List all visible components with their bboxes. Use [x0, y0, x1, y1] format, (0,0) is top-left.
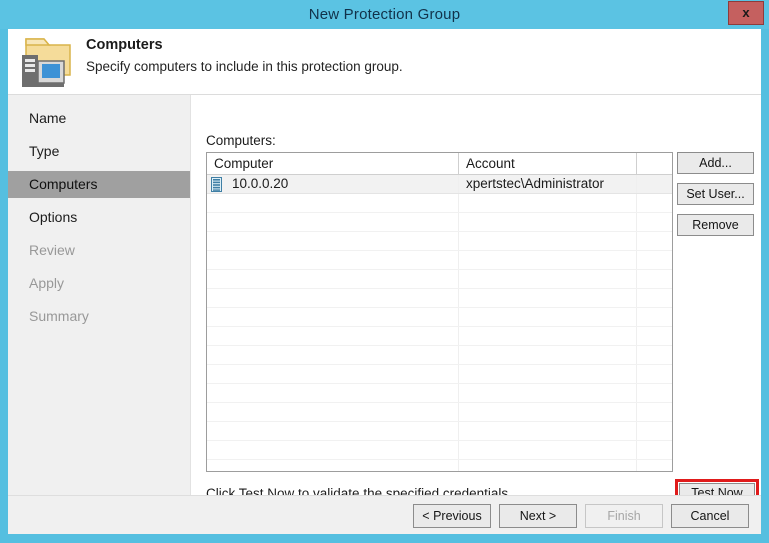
- cell-empty: [459, 441, 637, 459]
- new-protection-group-dialog: New Protection Group x Computers Specify…: [0, 0, 769, 543]
- sidebar-item-type[interactable]: Type: [8, 138, 190, 165]
- cell-empty: [637, 384, 672, 402]
- next-button[interactable]: Next >: [499, 504, 577, 528]
- main-panel: Computers: Computer Account 10.0.0.20 xp…: [192, 95, 761, 507]
- table-row-empty[interactable]: [207, 346, 672, 365]
- table-row-empty[interactable]: [207, 308, 672, 327]
- cell-empty: [207, 346, 459, 364]
- cell-empty: [459, 270, 637, 288]
- cell-empty: [459, 460, 637, 471]
- cell-empty: [459, 251, 637, 269]
- remove-button[interactable]: Remove: [677, 214, 754, 236]
- cell-empty: [459, 346, 637, 364]
- cell-empty: [207, 384, 459, 402]
- cell-empty: [207, 308, 459, 326]
- previous-button[interactable]: < Previous: [413, 504, 491, 528]
- cell-empty: [459, 384, 637, 402]
- cell-empty: [459, 327, 637, 345]
- table-row-empty[interactable]: [207, 289, 672, 308]
- page-title: Computers: [86, 37, 163, 53]
- cell-empty: [207, 422, 459, 440]
- cell-empty: [459, 422, 637, 440]
- cell-empty: [637, 441, 672, 459]
- cell-empty: [207, 403, 459, 421]
- close-icon[interactable]: x: [728, 1, 764, 25]
- computers-table: Computer Account 10.0.0.20 xpertstec\Adm…: [206, 152, 673, 472]
- cell-empty: [459, 308, 637, 326]
- sidebar-item-review: Review: [29, 242, 75, 258]
- cell-empty: [459, 213, 637, 231]
- set-user-button[interactable]: Set User...: [677, 183, 754, 205]
- table-row-empty[interactable]: [207, 213, 672, 232]
- cell-empty: [637, 365, 672, 383]
- column-header-blank[interactable]: [637, 153, 672, 174]
- cell-empty: [207, 441, 459, 459]
- cell-empty: [459, 232, 637, 250]
- folder-computers-icon: [22, 38, 71, 87]
- cell-empty: [637, 213, 672, 231]
- table-row-empty[interactable]: [207, 251, 672, 270]
- sidebar-item-name[interactable]: Name: [8, 105, 190, 132]
- cell-empty: [637, 232, 672, 250]
- cell-empty: [637, 422, 672, 440]
- cell-empty: [207, 460, 459, 471]
- column-header-computer[interactable]: Computer: [207, 153, 459, 174]
- sidebar-item-apply: Apply: [29, 275, 65, 291]
- sidebar-item-options[interactable]: Options: [8, 204, 190, 231]
- cell-empty: [207, 365, 459, 383]
- table-row-empty[interactable]: [207, 194, 672, 213]
- cancel-button[interactable]: Cancel: [671, 504, 749, 528]
- cell-empty: [459, 194, 637, 212]
- sidebar-item-summary: Summary: [29, 308, 89, 324]
- cell-empty: [459, 289, 637, 307]
- title-bar: New Protection Group x: [0, 0, 769, 29]
- cell-empty: [637, 289, 672, 307]
- column-header-account[interactable]: Account: [459, 153, 637, 174]
- table-body: 10.0.0.20 xpertstec\Administrator: [207, 175, 672, 471]
- table-row-empty[interactable]: [207, 327, 672, 346]
- table-row-empty[interactable]: [207, 232, 672, 251]
- cell-empty: [207, 270, 459, 288]
- dialog-footer: < Previous Next > Finish Cancel: [8, 495, 761, 534]
- cell-empty: [459, 403, 637, 421]
- wizard-step-sidebar: Name Type Computers Options Review Apply…: [8, 95, 191, 495]
- cell-empty: [637, 308, 672, 326]
- table-row-empty[interactable]: [207, 441, 672, 460]
- table-row-empty[interactable]: [207, 460, 672, 471]
- cell-empty: [207, 213, 459, 231]
- cell-computer: 10.0.0.20: [207, 175, 459, 193]
- cell-empty: [207, 289, 459, 307]
- table-row-empty[interactable]: [207, 384, 672, 403]
- table-row-empty[interactable]: [207, 403, 672, 422]
- cell-account: xpertstec\Administrator: [459, 175, 637, 193]
- table-row-empty[interactable]: [207, 422, 672, 441]
- cell-empty: [207, 327, 459, 345]
- cell-empty: [207, 251, 459, 269]
- cell-empty: [637, 270, 672, 288]
- add-button[interactable]: Add...: [677, 152, 754, 174]
- cell-extra: [637, 175, 672, 193]
- cell-empty: [207, 232, 459, 250]
- cell-empty: [637, 460, 672, 471]
- cell-empty: [459, 365, 637, 383]
- cell-empty: [637, 327, 672, 345]
- table-row-empty[interactable]: [207, 270, 672, 289]
- cell-empty: [637, 346, 672, 364]
- sidebar-item-computers[interactable]: Computers: [8, 171, 190, 198]
- cell-empty: [637, 251, 672, 269]
- cell-empty: [207, 194, 459, 212]
- table-row-empty[interactable]: [207, 365, 672, 384]
- table-row[interactable]: 10.0.0.20 xpertstec\Administrator: [207, 175, 672, 194]
- computers-list-label: Computers:: [206, 133, 276, 148]
- finish-button: Finish: [585, 504, 663, 528]
- window-title: New Protection Group: [308, 6, 461, 23]
- cell-empty: [637, 403, 672, 421]
- page-subtitle: Specify computers to include in this pro…: [86, 59, 403, 74]
- dialog-banner: Computers Specify computers to include i…: [8, 29, 761, 95]
- dialog-body: Computers Specify computers to include i…: [8, 29, 761, 534]
- table-header-row: Computer Account: [207, 153, 672, 175]
- cell-empty: [637, 194, 672, 212]
- server-icon: [211, 177, 222, 192]
